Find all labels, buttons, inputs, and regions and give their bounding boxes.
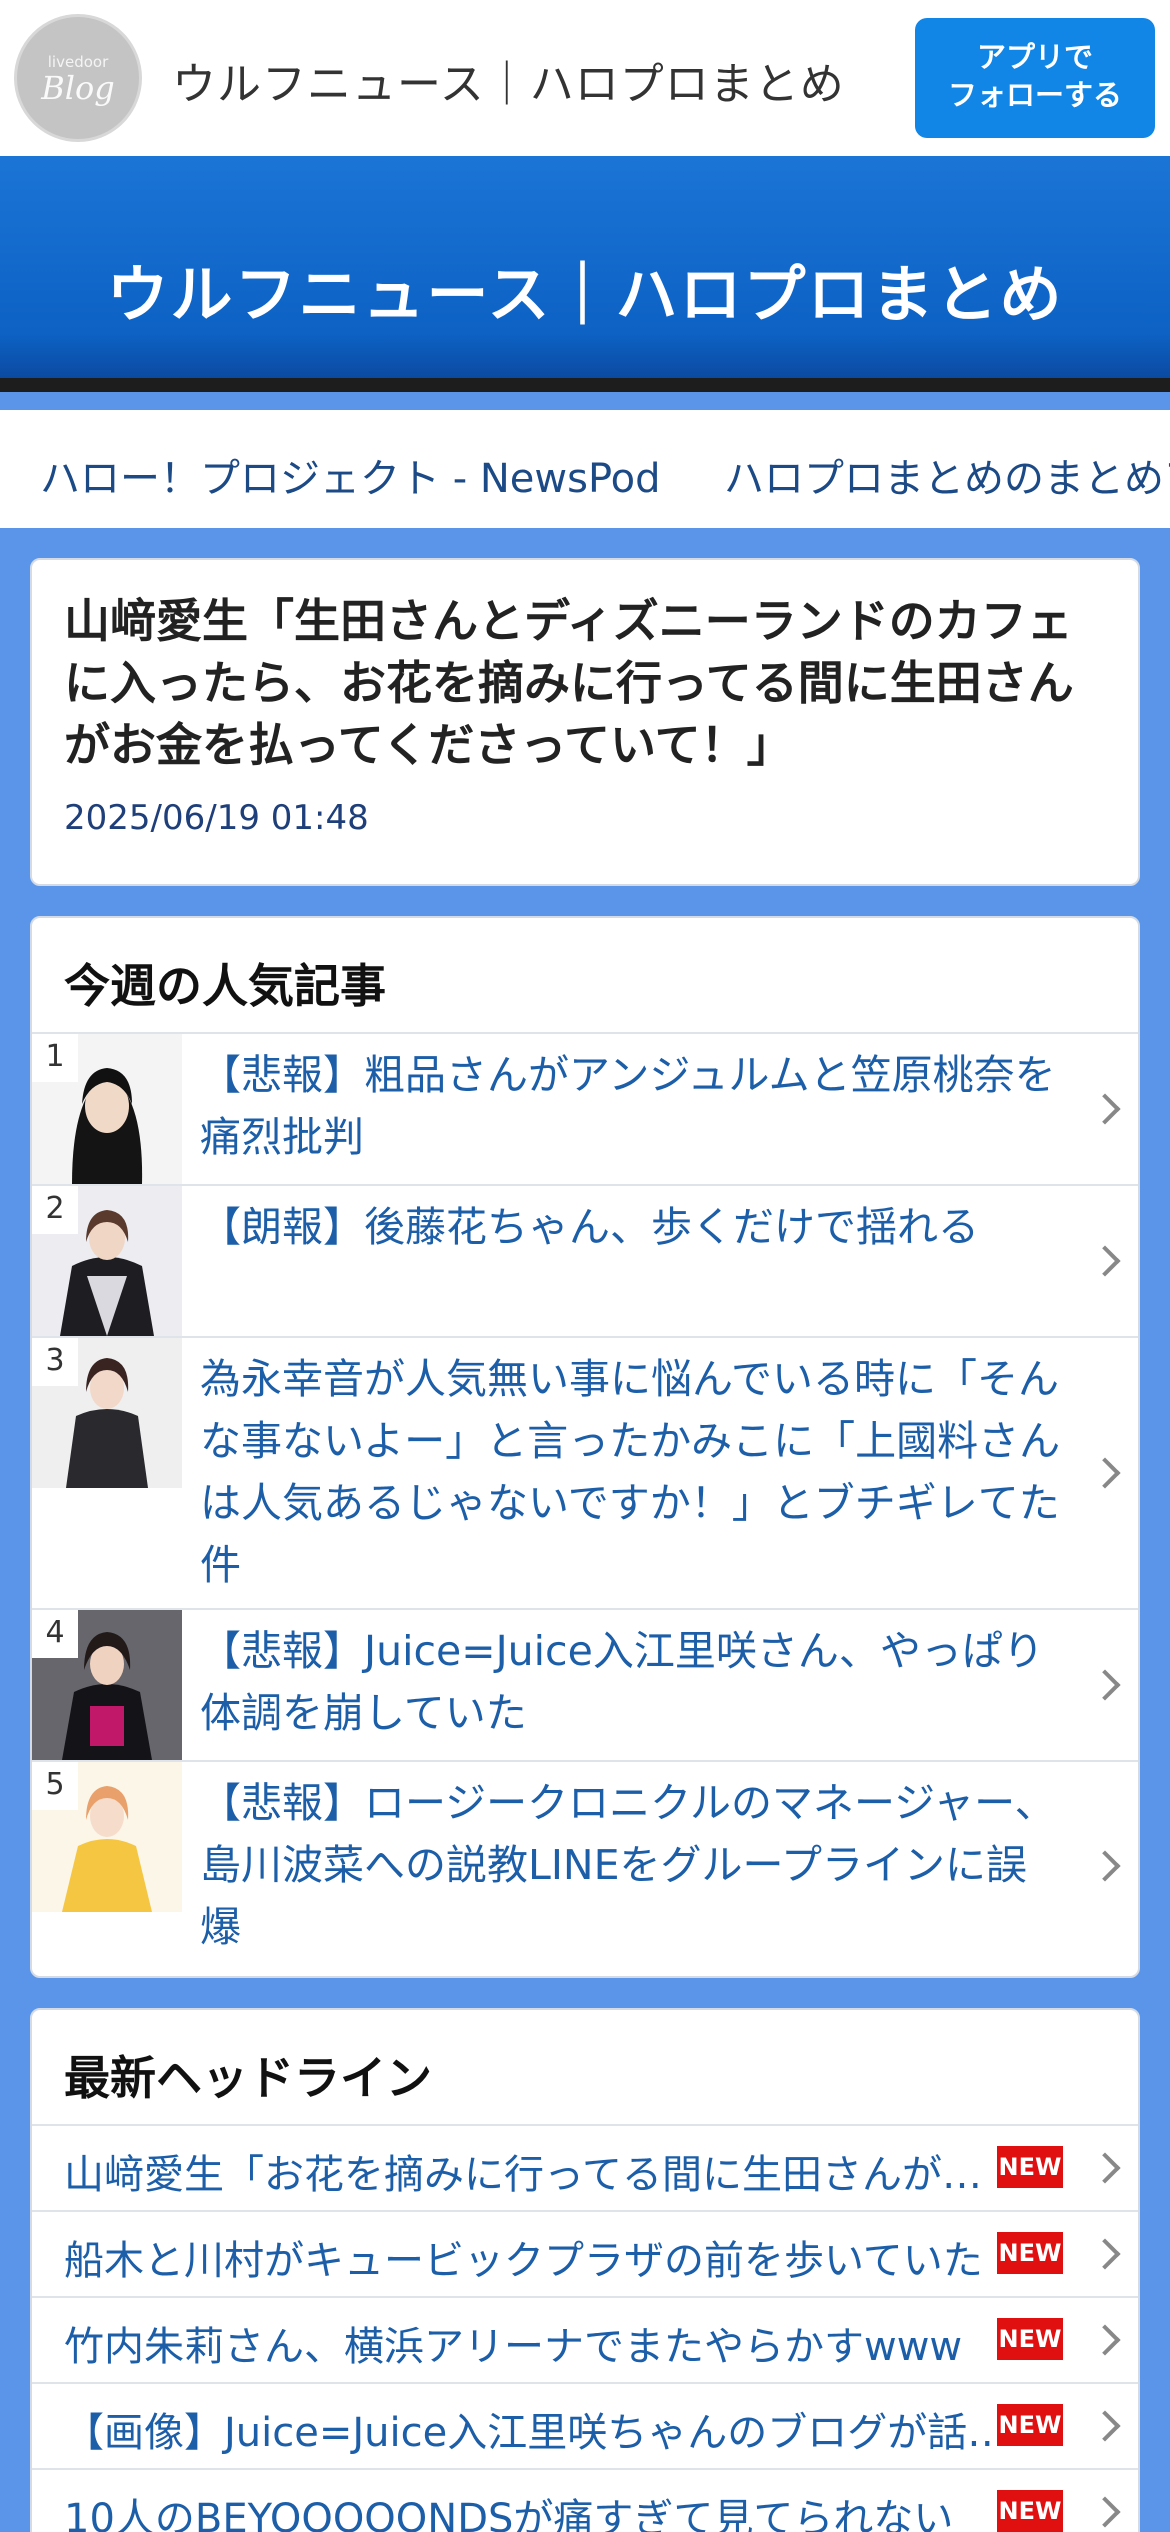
ranking-thumbnail: 5 [32,1762,182,1912]
related-link-newspod[interactable]: ハロー！プロジェクト - NewsPod [40,446,661,504]
rank-number: 3 [32,1338,78,1386]
chevron-right-icon [1089,2152,1121,2184]
ranking-title[interactable]: 【悲報】粗品さんがアンジュルムと笠原桃奈を痛烈批判 [182,1034,1138,1184]
ranking-title[interactable]: 【朗報】後藤花ちゃん、歩くだけで揺れる [182,1186,1138,1336]
rank-number: 2 [32,1186,78,1234]
new-badge: NEW [997,2146,1063,2188]
ranking-title[interactable]: 為永幸音が人気無い事に悩んでいる時に「そんな事ないよー」と言ったかみこに「上國料… [182,1338,1138,1608]
latest-headlines-heading: 最新ヘッドライン [32,2010,1138,2126]
new-badge: NEW [997,2404,1063,2446]
headline-item[interactable]: 山﨑愛生「お花を摘みに行ってる間に生田さんがお金を払ってくださっていて！」 NE… [32,2126,1138,2212]
headline-title[interactable]: 竹内朱莉さん、横浜アリーナでまたやらかすwww [64,2314,1012,2372]
blog-header-banner[interactable]: ウルフニュース｜ハロプロまとめ [0,156,1170,392]
article-header-card: 山﨑愛生「生田さんとディズニーランドのカフェに入ったら、お花を摘みに行ってる間に… [30,558,1140,886]
chevron-right-icon [1089,2496,1121,2528]
headline-title[interactable]: 山﨑愛生「お花を摘みに行ってる間に生田さんがお金を払ってくださっていて！」 [64,2142,1012,2200]
ranking-item[interactable]: 1 【悲報】粗品さんがアンジュルムと笠原桃奈を痛烈批判 [32,1034,1138,1186]
ranking-item[interactable]: 4 【悲報】Juice=Juice入江里咲さん、やっぱり体調を崩していた [32,1610,1138,1762]
ranking-item[interactable]: 3 為永幸音が人気無い事に悩んでいる時に「そんな事ないよー」と言ったかみこに「上… [32,1338,1138,1610]
headline-item[interactable]: 10人のBEYOOOOONDSが痛すぎて見てられない NEW [32,2470,1138,2532]
headline-item[interactable]: 船木と川村がキュービックプラザの前を歩いていた NEW [32,2212,1138,2298]
headline-item[interactable]: 竹内朱莉さん、横浜アリーナでまたやらかすwww NEW [32,2298,1138,2384]
headline-title[interactable]: 【画像】Juice=Juice入江里咲ちゃんのブログが話題に [64,2400,1012,2458]
latest-headlines-card: 最新ヘッドライン 山﨑愛生「お花を摘みに行ってる間に生田さんがお金を払ってくださ… [30,2008,1140,2532]
ranking-item[interactable]: 2 【朗報】後藤花ちゃん、歩くだけで揺れる [32,1186,1138,1338]
ranking-thumbnail: 2 [32,1186,182,1336]
article-title[interactable]: 山﨑愛生「生田さんとディズニーランドのカフェに入ったら、お花を摘みに行ってる間に… [64,590,1106,776]
headline-item[interactable]: 【画像】Juice=Juice入江里咲ちゃんのブログが話題に NEW [32,2384,1138,2470]
follow-in-app-button[interactable]: アプリで フォローする [915,18,1155,138]
new-badge: NEW [997,2232,1063,2274]
headline-title[interactable]: 10人のBEYOOOOONDSが痛すぎて見てられない [64,2486,1012,2532]
follow-button-line2: フォローする [947,78,1122,112]
ranking-title[interactable]: 【悲報】ロージークロニクルのマネージャー、島川波菜への説教LINEをグループライ… [182,1762,1138,1970]
related-link-matome[interactable]: ハロプロまとめのまとめア [724,446,1170,504]
logo-big-text: Blog [41,69,115,107]
top-app-bar: livedoor Blog ウルフニュース｜ハロプロまとめ アプリで フォローす… [0,0,1170,156]
ranking-thumbnail: 1 [32,1034,182,1184]
chevron-right-icon [1089,2238,1121,2270]
article-date: 2025/06/19 01:48 [64,798,369,838]
chevron-right-icon [1089,2410,1121,2442]
rank-number: 1 [32,1034,78,1082]
popular-articles-heading: 今週の人気記事 [32,918,1138,1034]
ranking-thumbnail: 4 [32,1610,182,1760]
rank-number: 4 [32,1610,78,1658]
rank-number: 5 [32,1762,78,1810]
livedoor-blog-logo[interactable]: livedoor Blog [14,14,142,142]
blog-header-title: ウルフニュース｜ハロプロまとめ [106,258,1064,331]
related-links-strip: ハロー！プロジェクト - NewsPod ハロプロまとめのまとめア [0,410,1170,528]
chevron-right-icon [1089,2324,1121,2356]
popular-articles-card: 今週の人気記事 1 【悲報】粗品さんがアンジュルムと笠原桃奈を痛烈批判 2 【朗… [30,916,1140,1978]
site-title[interactable]: ウルフニュース｜ハロプロまとめ [172,48,845,112]
follow-button-line1: アプリで [976,40,1093,74]
ranking-thumbnail: 3 [32,1338,182,1488]
ranking-item[interactable]: 5 【悲報】ロージークロニクルのマネージャー、島川波菜への説教LINEをグループ… [32,1762,1138,1970]
ranking-title[interactable]: 【悲報】Juice=Juice入江里咲さん、やっぱり体調を崩していた [182,1610,1138,1760]
headline-title[interactable]: 船木と川村がキュービックプラザの前を歩いていた [64,2228,1012,2286]
new-badge: NEW [997,2490,1063,2532]
new-badge: NEW [997,2318,1063,2360]
